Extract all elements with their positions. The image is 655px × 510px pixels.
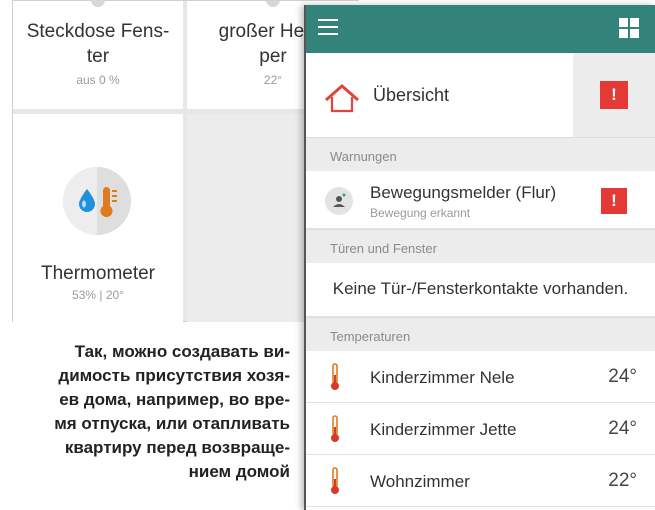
thermometer-icon	[63, 167, 131, 235]
hamburger-menu-icon[interactable]	[318, 19, 338, 37]
section-header-label: Türen und Fenster	[330, 241, 437, 256]
doors-empty-text: Keine Tür-/Fensterkontakte vorhanden.	[332, 279, 629, 298]
overview-row[interactable]: Übersicht !	[306, 53, 655, 137]
humidity-drop-icon	[79, 189, 95, 212]
tile-thermometer[interactable]: Thermometer 53% | 20°	[13, 114, 183, 322]
motion-sensor-icon	[325, 187, 353, 215]
section-header-warnings: Warnungen	[306, 137, 655, 171]
doors-empty-item: Keine Tür-/Fensterkontakte vorhanden.	[306, 263, 655, 317]
tile-thermometer-name: Thermometer	[40, 263, 156, 284]
warning-alert-badge[interactable]: !	[601, 188, 627, 214]
thermometer-icon	[331, 363, 339, 390]
tile-steckdose-name-line1: Steckdose Fens-	[26, 21, 170, 42]
overview-label: Übersicht	[373, 85, 450, 105]
temperature-item[interactable]: Kinderzimmer Jette 24°	[306, 403, 655, 455]
temperature-value: 24°	[608, 418, 637, 439]
caption-line: мя отпуска, или отапливать	[54, 414, 290, 433]
caption-line: Так, можно создавать ви-	[74, 342, 290, 361]
temperature-room-name: Wohnzimmer	[370, 472, 470, 491]
socket-icon	[91, 0, 105, 7]
section-header-temperatures: Temperaturen	[306, 317, 655, 351]
warning-subtitle: Bewegung erkannt	[370, 206, 471, 220]
app-bar	[306, 5, 655, 53]
thermometer-icon	[331, 467, 339, 494]
tile-thermometer-status: 53% | 20°	[72, 288, 124, 302]
section-header-doors: Türen und Fenster	[306, 229, 655, 263]
temperature-item[interactable]: Kinderzimmer Nele 24°	[306, 351, 655, 403]
tile-steckdose-name-line2: ter	[86, 46, 110, 67]
tile-steckdose-status: aus 0 %	[76, 73, 120, 87]
caption-line: димость присутствия хозя-	[58, 366, 290, 385]
overview-alert-area: !	[573, 53, 655, 137]
section-header-label: Temperaturen	[330, 329, 411, 344]
thermometer-icon	[331, 415, 339, 442]
temperature-item[interactable]: Wohnzimmer 22°	[306, 455, 655, 507]
temperature-value: 24°	[608, 366, 637, 387]
phone-app-screen: Übersicht ! Warnungen Bewegungsmelder (F…	[304, 5, 655, 510]
tile-steckdose[interactable]: Steckdose Fens- ter aus 0 %	[13, 0, 183, 109]
article-caption: Так, можно создавать ви- димость присутс…	[22, 340, 290, 484]
caption-line: ев дома, например, во вре-	[59, 390, 290, 409]
app-content: Übersicht ! Warnungen Bewegungsmelder (F…	[306, 53, 655, 510]
grid-view-icon[interactable]	[619, 18, 639, 38]
temperature-room-name: Kinderzimmer Jette	[370, 420, 517, 439]
temperature-room-name: Kinderzimmer Nele	[370, 368, 515, 387]
caption-line: нием домой	[188, 462, 290, 481]
home-icon	[325, 84, 359, 113]
overview-alert-badge[interactable]: !	[600, 81, 628, 109]
caption-line: квартиру перед возвраще-	[64, 438, 290, 457]
warning-item[interactable]: Bewegungsmelder (Flur) Bewegung erkannt …	[306, 171, 655, 229]
temperature-value: 22°	[608, 470, 637, 491]
warning-title: Bewegungsmelder (Flur)	[370, 183, 557, 202]
radiator-icon	[266, 1, 280, 7]
section-header-label: Warnungen	[330, 149, 397, 164]
